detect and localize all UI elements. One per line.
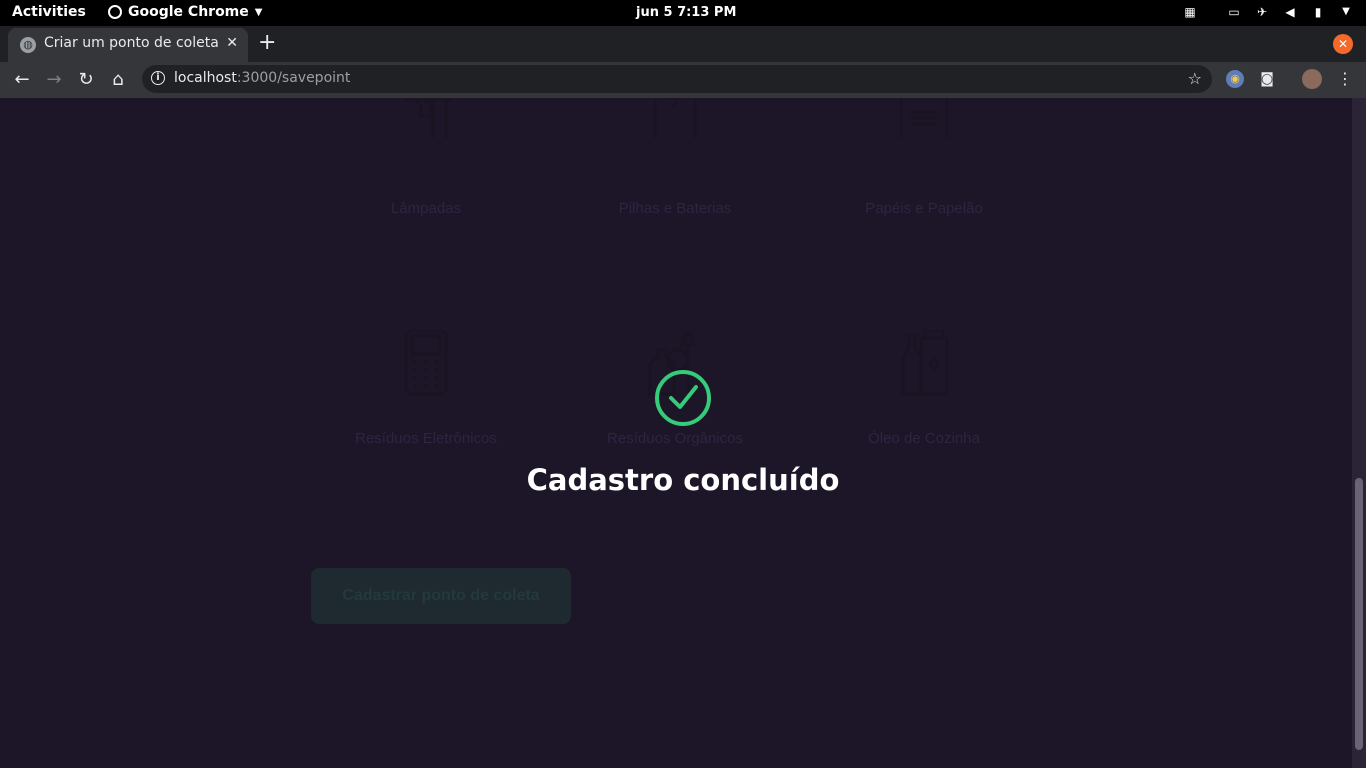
- chrome-icon: [108, 5, 122, 19]
- home-button[interactable]: ⌂: [107, 69, 129, 91]
- scrollbar[interactable]: [1352, 98, 1366, 768]
- bookmark-star-icon[interactable]: ☆: [1188, 69, 1202, 88]
- chevron-down-icon[interactable]: ▼: [1338, 4, 1354, 20]
- forward-button[interactable]: →: [43, 69, 65, 91]
- menu-kebab-icon[interactable]: ⋮: [1336, 70, 1354, 88]
- success-message: Cadastro concluído: [526, 463, 840, 497]
- new-tab-button[interactable]: +: [258, 32, 276, 54]
- app-menu[interactable]: Google Chrome ▼: [108, 4, 262, 20]
- page-viewport: Lâmpadas Pilhas e Baterias Papéis e Pape…: [0, 98, 1366, 768]
- battery-status-icon[interactable]: ▮: [1310, 4, 1326, 20]
- extension-eyes-icon[interactable]: ◉: [1226, 70, 1244, 88]
- system-tray[interactable]: ▦ ▭ ✈ ◀ ▮ ▼: [1182, 4, 1354, 20]
- clock[interactable]: jun 5 7:13 PM: [636, 5, 736, 20]
- camera-icon[interactable]: ◙: [1258, 70, 1276, 88]
- url-path: :3000/savepoint: [236, 70, 351, 86]
- browser-tab[interactable]: ◍ Criar um ponto de coleta ✕: [8, 28, 248, 62]
- volume-icon[interactable]: ◀: [1282, 4, 1298, 20]
- success-modal: Cadastro concluído: [0, 98, 1352, 768]
- reload-button[interactable]: ↻: [75, 69, 97, 91]
- address-bar[interactable]: i localhost:3000/savepoint ☆: [142, 65, 1212, 93]
- airplane-icon[interactable]: ✈: [1254, 4, 1270, 20]
- check-circle-icon: [655, 370, 711, 426]
- back-button[interactable]: ←: [11, 69, 33, 91]
- url-host: localhost: [174, 70, 237, 86]
- url-text: localhost:3000/savepoint: [174, 70, 350, 86]
- globe-icon: ◍: [20, 37, 36, 53]
- site-info-icon[interactable]: i: [151, 71, 165, 85]
- profile-avatar[interactable]: [1302, 69, 1322, 89]
- close-tab-icon[interactable]: ✕: [226, 35, 238, 51]
- app-name: Google Chrome: [128, 4, 249, 20]
- screen-icon[interactable]: ▭: [1226, 4, 1242, 20]
- chevron-down-icon: ▼: [254, 6, 263, 18]
- tab-title: Criar um ponto de coleta: [44, 35, 219, 51]
- workspace-icon[interactable]: ▦: [1182, 4, 1198, 20]
- window-close-button[interactable]: ✕: [1333, 34, 1353, 54]
- activities-button[interactable]: Activities: [12, 4, 86, 20]
- system-top-bar: Activities Google Chrome ▼ jun 5 7:13 PM…: [0, 0, 1366, 26]
- scrollbar-thumb[interactable]: [1355, 478, 1363, 750]
